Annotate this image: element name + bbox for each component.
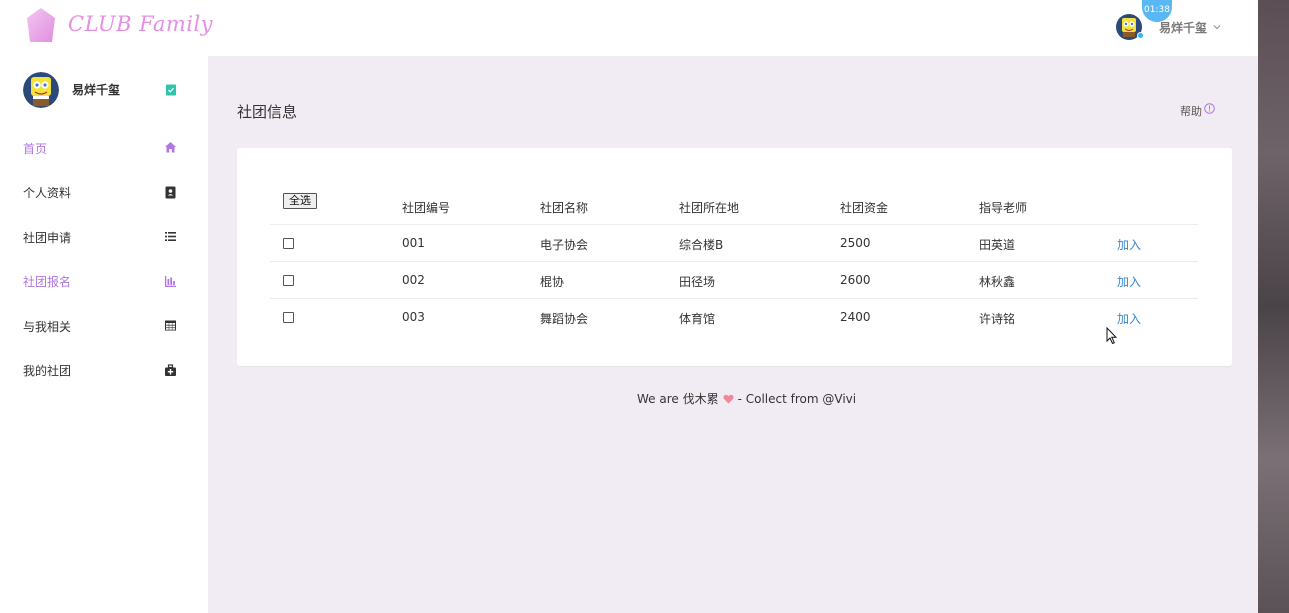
club-location: 综合楼B <box>679 238 724 252</box>
heart-icon <box>723 394 734 403</box>
club-funds: 2600 <box>840 273 871 287</box>
sidebar-item-label: 首页 <box>23 141 48 156</box>
club-teacher: 林秋鑫 <box>979 275 1016 289</box>
top-user-name[interactable]: 易烊千玺 <box>1159 19 1207 36</box>
list-icon <box>165 232 176 241</box>
club-table: 全选 社团编号 社团名称 社团所在地 社团资金 指导老师 001 电子协会 综合… <box>270 188 1198 336</box>
user-avatar[interactable] <box>1116 14 1144 40</box>
join-link[interactable]: 加入 <box>1117 273 1141 290</box>
club-info-card: 全选 社团编号 社团名称 社团所在地 社团资金 指导老师 001 电子协会 综合… <box>237 148 1232 366</box>
club-name: 舞蹈协会 <box>540 312 589 326</box>
club-id: 003 <box>402 310 425 324</box>
join-link[interactable]: 加入 <box>1117 310 1141 327</box>
info-icon[interactable] <box>1204 102 1215 114</box>
select-all-button[interactable]: 全选 <box>283 193 317 209</box>
help-link[interactable]: 帮助 <box>1180 102 1215 119</box>
club-id: 001 <box>402 236 425 250</box>
sidebar-item-related[interactable]: 与我相关 <box>0 304 208 349</box>
table-icon <box>165 320 176 331</box>
sidebar-item-home[interactable]: 首页 <box>0 126 208 171</box>
club-funds: 2400 <box>840 310 871 324</box>
sidebar: 易烊千玺 首页 个人资料 社团申请 社团报名 与我相关 我的社团 <box>0 56 208 613</box>
id-card-icon <box>165 186 176 198</box>
user-menu[interactable]: 易烊千玺 <box>1116 14 1221 40</box>
sidebar-item-label: 社团报名 <box>23 275 72 290</box>
club-teacher: 许诗铭 <box>979 312 1016 326</box>
mouse-cursor-icon <box>1106 327 1118 345</box>
sidebar-item-signup[interactable]: 社团报名 <box>0 260 208 305</box>
table-row: 002 棍协 田径场 2600 林秋鑫 加入 <box>270 262 1198 299</box>
header-club-location: 社团所在地 <box>679 201 740 215</box>
header-club-id: 社团编号 <box>402 201 451 215</box>
sidebar-item-my-clubs[interactable]: 我的社团 <box>0 349 208 394</box>
medkit-icon <box>165 363 176 376</box>
club-teacher: 田英道 <box>979 238 1016 252</box>
table-row: 003 舞蹈协会 体育馆 2400 许诗铭 加入 <box>270 299 1198 336</box>
club-location: 体育馆 <box>679 312 716 326</box>
online-status-dot <box>1137 32 1144 39</box>
footer: We are 伐木累 - Collect from @Vivi <box>637 390 856 407</box>
profile-block: 易烊千玺 <box>23 72 193 110</box>
top-bar: CLUB Family 易烊千玺 01:38 <box>0 0 1258 56</box>
sidebar-item-profile[interactable]: 个人资料 <box>0 171 208 216</box>
profile-avatar[interactable] <box>23 72 59 108</box>
header-club-teacher: 指导老师 <box>979 201 1028 215</box>
table-row: 001 电子协会 综合楼B 2500 田英道 加入 <box>270 225 1198 262</box>
row-checkbox[interactable] <box>283 312 294 323</box>
club-location: 田径场 <box>679 275 716 289</box>
sidebar-item-label: 社团申请 <box>23 230 72 245</box>
avatar-image <box>23 72 59 108</box>
chevron-down-icon[interactable] <box>1213 23 1221 31</box>
club-name: 棍协 <box>540 275 565 289</box>
home-icon <box>165 142 176 153</box>
sidebar-item-apply[interactable]: 社团申请 <box>0 215 208 260</box>
bar-chart-icon <box>165 275 176 287</box>
help-label[interactable]: 帮助 <box>1180 103 1202 119</box>
page-title: 社团信息 <box>237 103 298 121</box>
sidebar-item-label: 个人资料 <box>23 186 72 201</box>
verified-badge-icon <box>166 84 176 96</box>
club-name: 电子协会 <box>540 238 589 252</box>
sidebar-menu: 首页 个人资料 社团申请 社团报名 与我相关 我的社团 <box>0 126 208 393</box>
sidebar-item-label: 与我相关 <box>23 319 72 334</box>
row-checkbox[interactable] <box>283 238 294 249</box>
profile-name: 易烊千玺 <box>72 83 121 97</box>
footer-prefix: We are 伐木累 <box>637 392 719 406</box>
club-funds: 2500 <box>840 236 871 250</box>
table-header-row: 全选 社团编号 社团名称 社团所在地 社团资金 指导老师 <box>270 188 1198 225</box>
sidebar-item-label: 我的社团 <box>23 364 72 379</box>
header-club-name: 社团名称 <box>540 201 589 215</box>
brand-name[interactable]: CLUB Family <box>68 12 213 36</box>
desktop-background-edge <box>1258 0 1289 613</box>
join-link[interactable]: 加入 <box>1117 236 1141 253</box>
logo-icon[interactable] <box>26 8 56 44</box>
footer-suffix: - Collect from @Vivi <box>737 391 857 406</box>
row-checkbox[interactable] <box>283 275 294 286</box>
club-id: 002 <box>402 273 425 287</box>
header-club-funds: 社团资金 <box>840 201 889 215</box>
